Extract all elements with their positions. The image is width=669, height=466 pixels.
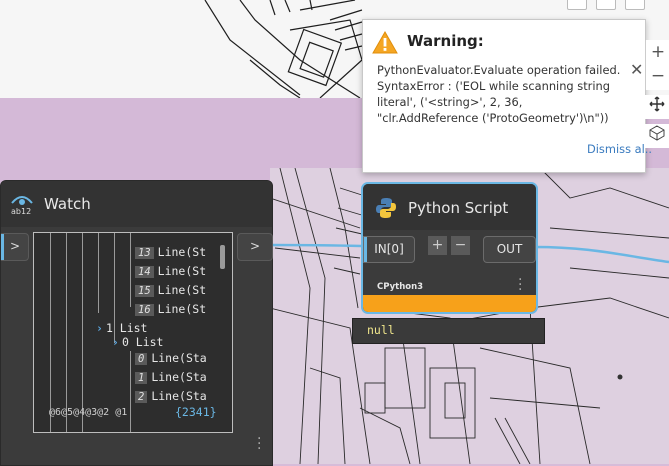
svg-text:ab12: ab12 <box>11 207 31 216</box>
watch-output-port[interactable]: > <box>237 233 273 261</box>
list-item: 2 Line(Sta <box>135 389 207 403</box>
zoom-in-button[interactable]: + <box>646 40 669 64</box>
output-value: null <box>367 323 395 337</box>
python-script-node[interactable]: Python Script IN[0] + − OUT CPython3 · · · <box>361 182 538 314</box>
chevron-right-icon[interactable]: › <box>96 321 103 335</box>
more-options-icon[interactable]: · · · <box>518 273 522 297</box>
scrollbar-thumb[interactable] <box>220 245 225 269</box>
toolbar-button[interactable] <box>625 0 645 10</box>
watch-node-title: Watch <box>44 195 91 213</box>
tree-guide <box>98 233 99 313</box>
python-logo-icon <box>376 198 396 218</box>
tree-guide <box>66 233 67 432</box>
warning-popup: Warning: ✕ PythonEvaluator.Evaluate oper… <box>362 19 652 173</box>
orbit-button[interactable] <box>645 124 669 148</box>
watch-input-port[interactable]: > <box>1 233 29 261</box>
item-count: {2341} <box>175 405 217 419</box>
watch-node[interactable]: ab12 Watch > > 13 Line(St 14 Line(St 15 Lin… <box>0 180 273 466</box>
python-input-port[interactable]: IN[0] <box>363 236 415 263</box>
add-input-button[interactable]: + <box>428 236 447 255</box>
watch-node-icon: ab12 <box>11 196 33 216</box>
list-item: 15 Line(St <box>135 283 206 297</box>
dismiss-all-link[interactable]: Dismiss al.. <box>587 142 652 156</box>
tree-guide <box>130 233 131 307</box>
zoom-controls: + − <box>645 40 669 90</box>
list-item: 1 Line(Sta <box>135 370 207 384</box>
toolbar-button[interactable] <box>567 0 587 10</box>
output-preview: null <box>352 318 545 344</box>
view-toolbar <box>560 0 669 10</box>
pan-icon <box>649 96 665 112</box>
more-options-icon[interactable]: · · · <box>257 432 261 456</box>
tree-guide <box>50 233 51 432</box>
warning-message: PythonEvaluator.Evaluate operation faile… <box>377 63 621 125</box>
list-levels[interactable]: @6@5@4@3@2 @1 <box>49 407 127 418</box>
python-node-title: Python Script <box>408 199 509 217</box>
python-output-port[interactable]: OUT <box>483 236 536 263</box>
chevron-right-icon[interactable]: › <box>112 335 119 349</box>
list-item: 16 Line(St <box>135 302 206 316</box>
pan-button[interactable] <box>645 95 669 119</box>
warning-state-bar <box>363 295 536 312</box>
tree-guide <box>82 233 83 432</box>
list-group[interactable]: › 0 List <box>112 335 163 349</box>
list-item: 14 Line(St <box>135 264 206 278</box>
tree-guide <box>130 351 131 432</box>
cube-icon <box>649 125 665 141</box>
list-item: 13 Line(St <box>135 245 206 259</box>
watch-output-tree[interactable]: 13 Line(St 14 Line(St 15 Line(St 16 Line(St … <box>33 232 233 433</box>
python-node-header[interactable]: Python Script <box>363 184 536 230</box>
watch-node-header[interactable]: ab12 Watch <box>1 181 272 227</box>
list-item: 0 Line(Sta <box>135 351 207 365</box>
zoom-out-button[interactable]: − <box>646 64 669 88</box>
list-group[interactable]: › 1 List <box>96 321 147 335</box>
warning-icon <box>372 31 398 54</box>
remove-input-button[interactable]: − <box>451 236 470 255</box>
python-engine-label[interactable]: CPython3 <box>377 282 423 292</box>
warning-title: Warning: <box>407 32 484 50</box>
toolbar-button[interactable] <box>596 0 616 10</box>
close-icon[interactable]: ✕ <box>630 60 643 79</box>
